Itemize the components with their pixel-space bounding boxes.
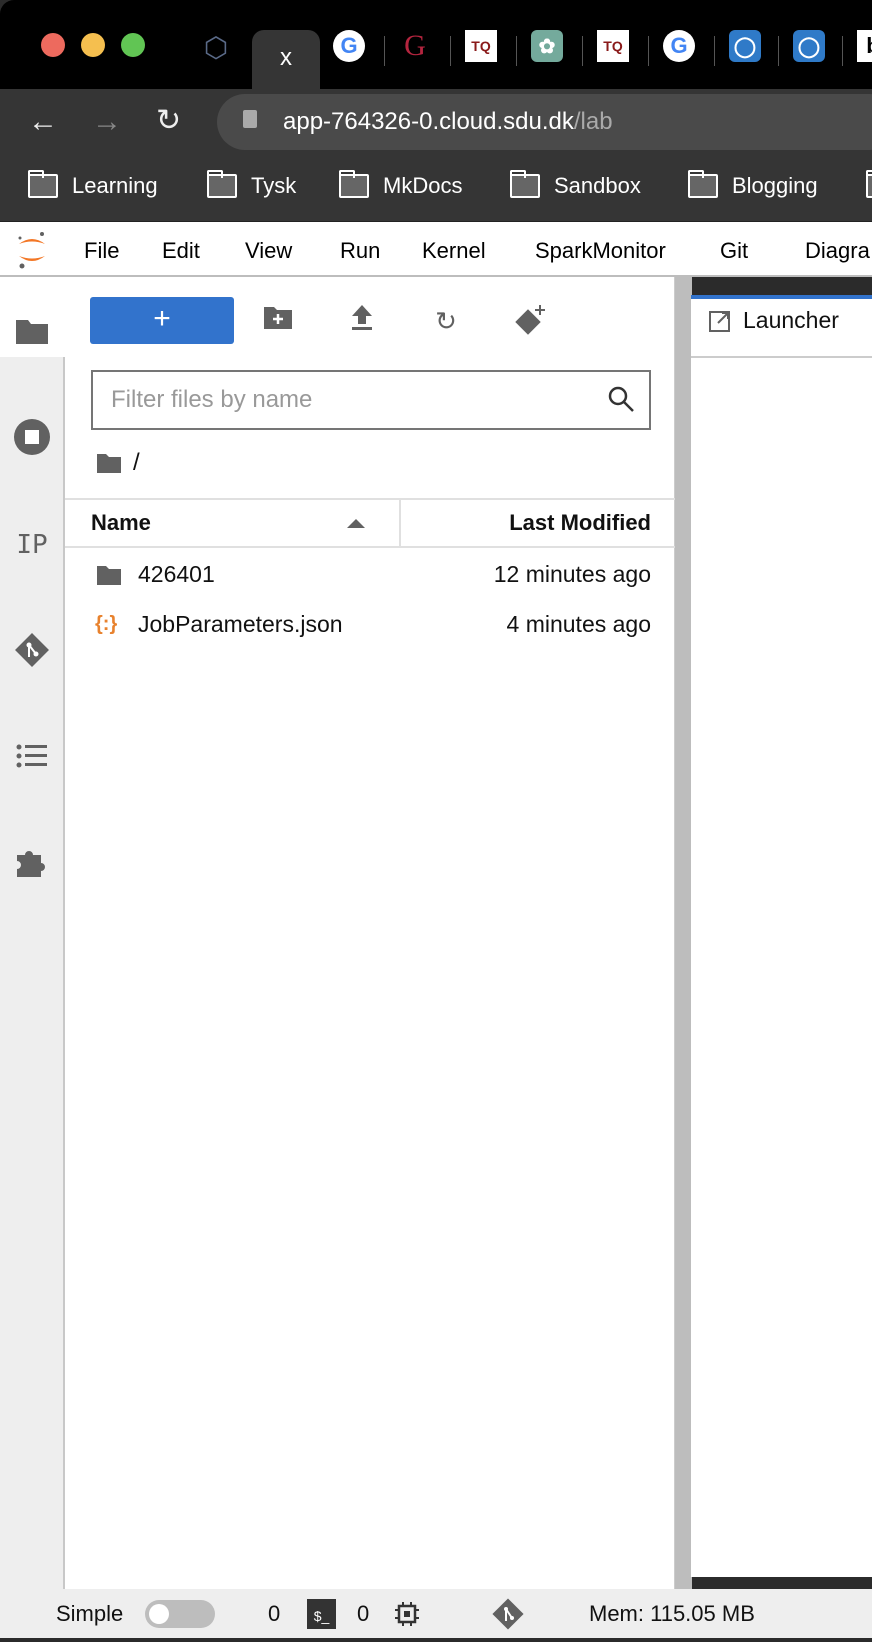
puzzle-icon[interactable] <box>12 842 52 882</box>
new-launcher-button[interactable]: + <box>90 297 234 344</box>
file-browser-panel <box>65 277 675 1589</box>
bookmark-blogging[interactable]: Blogging <box>688 170 818 202</box>
file-row-jobparameters[interactable]: {:} JobParameters.json 4 minutes ago <box>91 600 651 648</box>
menu-git[interactable]: Git <box>720 238 748 264</box>
memory-usage: Mem: 115.05 MB <box>589 1601 755 1626</box>
bookmark-tysk[interactable]: Tysk <box>207 170 296 202</box>
tab-cloud-icon[interactable]: ◯ <box>793 30 825 62</box>
bookmark-label: Tysk <box>251 173 297 198</box>
bookmark-sandbox[interactable]: Sandbox <box>510 170 641 202</box>
bookmark-label: MkDocs <box>383 173 463 198</box>
tab-chatgpt-icon[interactable]: ✿ <box>531 30 563 62</box>
polyhedron-icon[interactable]: ⬡ <box>200 32 232 64</box>
folder-icon <box>866 170 872 198</box>
launcher-panel: Launcher <box>691 295 872 1577</box>
kernel-count: 0 <box>357 1601 370 1626</box>
status-bar: Simple 0 $_ 0 Mem: 115.05 MB <box>0 1589 872 1638</box>
active-tab-close-icon[interactable]: x <box>252 30 320 89</box>
file-modified: 4 minutes ago <box>506 611 651 637</box>
folder-icon[interactable] <box>12 311 52 351</box>
menu-diagrams[interactable]: Diagra <box>805 238 870 264</box>
back-icon[interactable]: ← <box>28 105 58 139</box>
jupyter-logo-icon <box>18 232 45 269</box>
refresh-icon[interactable]: ↻ <box>428 303 464 339</box>
search-icon <box>608 386 634 412</box>
bookmark-more[interactable] <box>866 170 872 202</box>
folder-icon <box>28 170 58 198</box>
menu-sparkmonitor[interactable]: SparkMonitor <box>535 238 666 264</box>
upload-icon[interactable] <box>344 303 380 339</box>
forward-icon[interactable]: → <box>92 105 122 139</box>
tab-g-serif-icon[interactable]: G <box>399 29 431 62</box>
lock-icon <box>243 110 257 128</box>
menu-file[interactable]: File <box>84 238 119 264</box>
ip-icon[interactable]: IP <box>12 525 52 565</box>
git-status-icon[interactable] <box>490 1596 526 1632</box>
panel-splitter[interactable] <box>675 277 692 1589</box>
folder-icon <box>207 170 237 198</box>
file-name: JobParameters.json <box>138 611 343 637</box>
reload-icon[interactable]: ↻ <box>156 103 181 138</box>
git-clone-icon[interactable] <box>512 303 548 339</box>
filter-files-input[interactable]: Filter files by name <box>91 370 651 430</box>
stop-circle-icon[interactable] <box>12 417 52 457</box>
kernel-cpu-icon[interactable] <box>394 1601 420 1627</box>
bookmark-label: Sandbox <box>554 173 641 198</box>
menu-view[interactable]: View <box>245 238 292 264</box>
tab-cloud-icon[interactable]: ◯ <box>729 30 761 62</box>
tab-b-icon[interactable]: b <box>857 30 872 62</box>
bookmark-learning[interactable]: Learning <box>28 170 158 202</box>
bookmark-label: Blogging <box>732 173 818 198</box>
folder-icon <box>339 170 369 198</box>
terminal-icon[interactable]: $_ <box>307 1599 336 1629</box>
minimize-window-button[interactable] <box>81 33 105 57</box>
browser-tab-bar: ⬡ x G G TQ ✿ TQ G ◯ ◯ b <box>0 0 872 89</box>
simple-mode-label: Simple <box>56 1601 124 1626</box>
column-name-label: Name <box>91 510 151 535</box>
launcher-icon <box>709 311 730 332</box>
column-header-modified[interactable]: Last Modified <box>401 498 675 548</box>
git-icon[interactable] <box>12 630 52 670</box>
url-host: app-764326-0.cloud.sdu.dk <box>283 108 574 135</box>
file-row-426401[interactable]: 426401 12 minutes ago <box>91 550 651 598</box>
tab-tq-icon[interactable]: TQ <box>597 30 629 62</box>
column-header-name[interactable]: Name <box>65 498 401 548</box>
tab-google-icon[interactable]: G <box>333 30 365 62</box>
new-folder-icon[interactable] <box>260 303 296 339</box>
folder-icon <box>97 566 121 585</box>
file-name: 426401 <box>138 561 215 587</box>
breadcrumb-root[interactable]: / <box>133 449 140 477</box>
tab-google-icon[interactable]: G <box>663 30 695 62</box>
tab-tq-icon[interactable]: TQ <box>465 30 497 62</box>
address-bar[interactable]: app-764326-0.cloud.sdu.dk/lab <box>217 94 872 150</box>
folder-icon <box>510 170 540 198</box>
terminal-count: 0 <box>268 1601 281 1626</box>
simple-mode-toggle[interactable] <box>145 1600 215 1628</box>
sort-ascending-icon <box>347 519 365 528</box>
menu-edit[interactable]: Edit <box>162 238 200 264</box>
left-sidebar <box>0 277 65 1589</box>
tab-launcher[interactable]: Launcher <box>691 295 872 358</box>
menu-kernel[interactable]: Kernel <box>422 238 486 264</box>
list-icon[interactable] <box>12 736 52 776</box>
bookmark-mkdocs[interactable]: MkDocs <box>339 170 462 202</box>
folder-icon <box>688 170 718 198</box>
file-modified: 12 minutes ago <box>493 561 651 587</box>
url-path: /lab <box>573 108 613 135</box>
menu-run[interactable]: Run <box>340 238 380 264</box>
close-window-button[interactable] <box>41 33 65 57</box>
launcher-tab-label: Launcher <box>743 307 839 333</box>
breadcrumb-folder-icon[interactable] <box>96 452 122 474</box>
bookmark-label: Learning <box>72 173 158 198</box>
json-icon: {:} <box>95 613 118 635</box>
maximize-window-button[interactable] <box>121 33 145 57</box>
